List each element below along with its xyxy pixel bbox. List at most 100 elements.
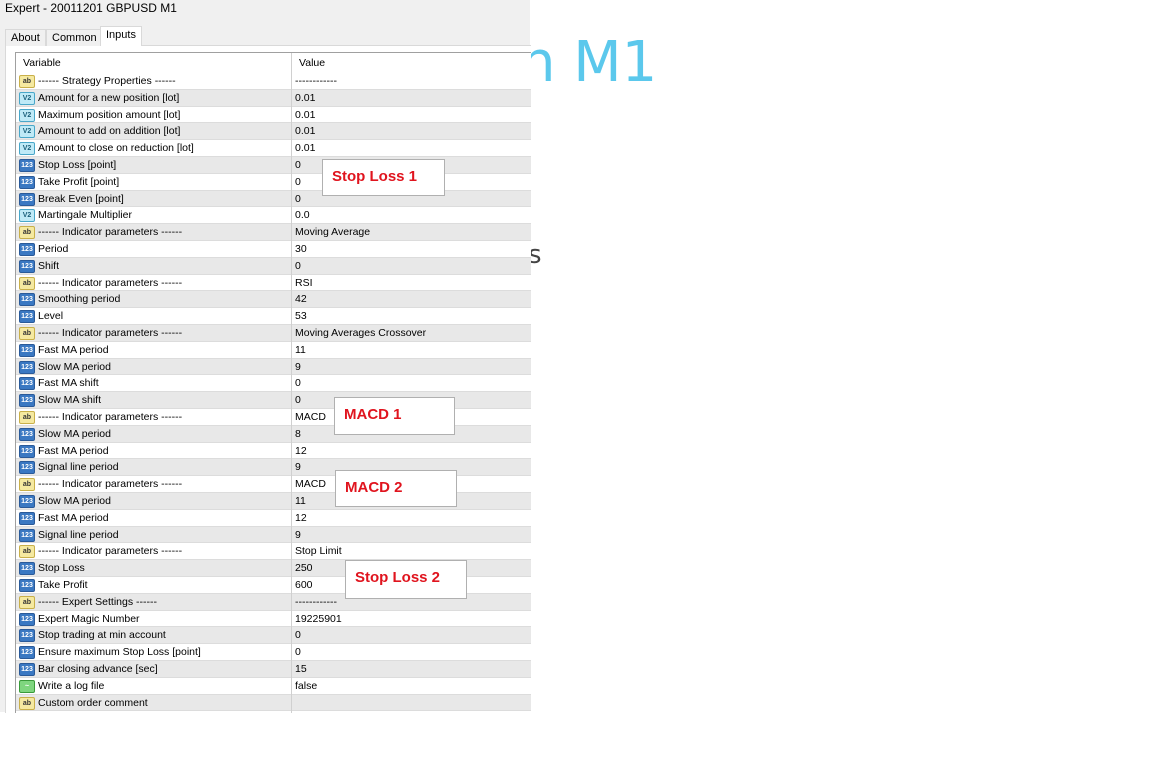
type-ab-icon: ab [19, 545, 35, 559]
variable-value[interactable]: MACD [295, 411, 326, 423]
variable-value[interactable]: 0 [295, 646, 301, 658]
type-int-icon: 123 [19, 461, 35, 475]
variable-value[interactable]: 0.01 [295, 142, 315, 154]
type-int-icon: 123 [19, 377, 35, 391]
variable-value[interactable]: 0 [295, 193, 301, 205]
type-int-icon: 123 [19, 159, 35, 172]
variable-value[interactable]: Moving Averages Crossover [295, 327, 426, 339]
table-row[interactable]: 123 Smoothing period 42 [16, 291, 531, 309]
variable-value[interactable]: 12 [295, 512, 307, 524]
variable-value[interactable]: 600 [295, 579, 313, 591]
variable-value[interactable]: 0.01 [295, 92, 315, 104]
variable-value[interactable]: 30 [295, 243, 307, 255]
background-title-text: n M1 [520, 30, 658, 95]
variable-name: Bar closing advance [sec] [38, 663, 158, 675]
variable-value[interactable]: MACD [295, 478, 326, 490]
variable-value[interactable]: 9 [295, 461, 301, 473]
variable-name: Level [38, 310, 64, 323]
variable-name: Stop Loss [38, 562, 85, 575]
column-header-value[interactable]: Value [299, 53, 325, 73]
variable-name: Martingale Multiplier [38, 209, 132, 222]
variable-value[interactable]: 0.0 [295, 209, 310, 221]
variable-value[interactable]: 15 [295, 663, 307, 675]
table-row[interactable]: 123 Bar closing advance [sec] 15 [16, 661, 531, 678]
variable-value[interactable]: 0 [295, 377, 301, 389]
table-row[interactable]: ab ------ Indicator parameters ------ Movi… [16, 224, 531, 241]
variable-value[interactable]: 9 [295, 361, 301, 373]
table-row[interactable]: V2 Maximum position amount [lot] 0.01 [16, 107, 531, 124]
table-row[interactable]: ab Custom order comment [16, 694, 531, 712]
variable-value[interactable]: ------------ [295, 596, 337, 608]
table-row[interactable]: 123 Stop trading at min account 0 [16, 627, 531, 645]
table-row[interactable]: 123 Fast MA period 12 [16, 510, 531, 527]
column-header-variable[interactable]: Variable [23, 53, 61, 73]
variable-value[interactable]: 9 [295, 529, 301, 541]
variable-name: Take Profit [point] [38, 175, 120, 188]
table-row[interactable]: ab ------ Strategy Properties ------ -----… [16, 73, 531, 90]
table-row[interactable]: ~ Write a log file false [16, 678, 531, 695]
tab-common[interactable]: Common [46, 29, 103, 46]
type-ab-icon: ab [19, 411, 35, 424]
variable-name: Expert Magic Number [38, 612, 140, 625]
table-row[interactable]: V2 Amount to add on addition [lot] 0.01 [16, 123, 531, 141]
variable-name: Smoothing period [38, 293, 121, 306]
type-int-icon: 123 [19, 394, 35, 408]
variable-value[interactable]: 53 [295, 310, 307, 322]
table-row[interactable]: 123 Fast MA shift 0 [16, 375, 531, 393]
table-row[interactable]: 123 Fast MA period 12 [16, 443, 531, 460]
type-dbl-icon: V2 [19, 108, 35, 122]
variable-value[interactable]: 250 [295, 562, 313, 574]
variable-value[interactable]: 0 [295, 394, 301, 406]
table-row[interactable]: 123 Signal line period 9 [16, 526, 531, 544]
table-row[interactable]: ab ------ Indicator parameters ------ Movi… [16, 325, 531, 342]
table-row[interactable]: ab ------ Indicator parameters ------ RSI [16, 275, 531, 292]
table-row[interactable]: 123 Take Profit [point] 0 [16, 174, 531, 191]
variable-value[interactable]: 11 [295, 344, 306, 356]
type-int-icon: 123 [19, 192, 35, 206]
variable-value[interactable]: 0.01 [295, 125, 315, 137]
type-int-icon: 123 [19, 562, 35, 576]
variable-value[interactable]: 42 [295, 293, 307, 305]
variable-value[interactable]: 11 [295, 495, 306, 507]
variable-value[interactable]: 0 [295, 159, 301, 171]
table-row[interactable]: V2 Amount for a new position [lot] 0.01 [16, 89, 531, 107]
variable-value[interactable]: 0 [295, 260, 301, 272]
variable-value[interactable]: 12 [295, 445, 307, 457]
table-row[interactable]: 123 Expert Magic Number 19225901 [16, 611, 531, 628]
table-row[interactable]: ab ------ Indicator parameters ------ Stop… [16, 543, 531, 561]
variable-value[interactable]: RSI [295, 277, 313, 289]
type-int-icon: 123 [19, 243, 35, 256]
variable-name: ------ Indicator parameters ------ [38, 411, 183, 423]
inputs-grid: Variable Value ab ------ Strategy Propert… [15, 52, 531, 713]
table-row[interactable]: 123 Slow MA period 9 [16, 358, 531, 376]
variable-value[interactable]: 0.01 [295, 109, 315, 121]
column-separator [291, 53, 292, 713]
variable-value[interactable]: 19225901 [295, 613, 342, 625]
table-row[interactable]: V2 Amount to close on reduction [lot] 0.01 [16, 140, 531, 157]
variable-value[interactable]: Stop Limit [295, 545, 342, 557]
variable-value[interactable]: 0 [295, 629, 301, 641]
table-row[interactable]: 123 Stop Loss [point] 0 [16, 157, 531, 174]
type-int-icon: 123 [19, 360, 35, 374]
table-row[interactable]: 123 Ensure maximum Stop Loss [point] 0 [16, 644, 531, 661]
variable-name: Slow MA period [38, 495, 111, 507]
type-int-icon: 123 [19, 427, 35, 441]
table-row[interactable]: 123 Fast MA period 11 [16, 342, 531, 359]
type-int-icon: 123 [19, 175, 35, 189]
tab-inputs[interactable]: Inputs [100, 26, 142, 46]
variable-value[interactable]: Moving Average [295, 226, 370, 238]
table-row[interactable]: 123 Shift 0 [16, 257, 531, 275]
variable-value[interactable]: ------------ [295, 75, 337, 87]
table-row[interactable]: 123 Level 53 [16, 308, 531, 325]
variable-name: Amount for a new position [lot] [38, 91, 180, 104]
type-ab-icon: ab [19, 75, 35, 88]
variable-value[interactable]: false [295, 680, 317, 692]
table-row[interactable]: 123 Period 30 [16, 241, 531, 258]
variable-value[interactable]: 8 [295, 428, 301, 440]
type-ab-icon: ab [19, 276, 35, 290]
table-row[interactable]: 123 Break Even [point] 0 [16, 190, 531, 208]
variable-value[interactable]: 0 [295, 176, 301, 188]
tab-about[interactable]: About [5, 29, 46, 46]
table-row[interactable]: V2 Martingale Multiplier 0.0 [16, 207, 531, 225]
type-ab-icon: ab [19, 327, 35, 340]
